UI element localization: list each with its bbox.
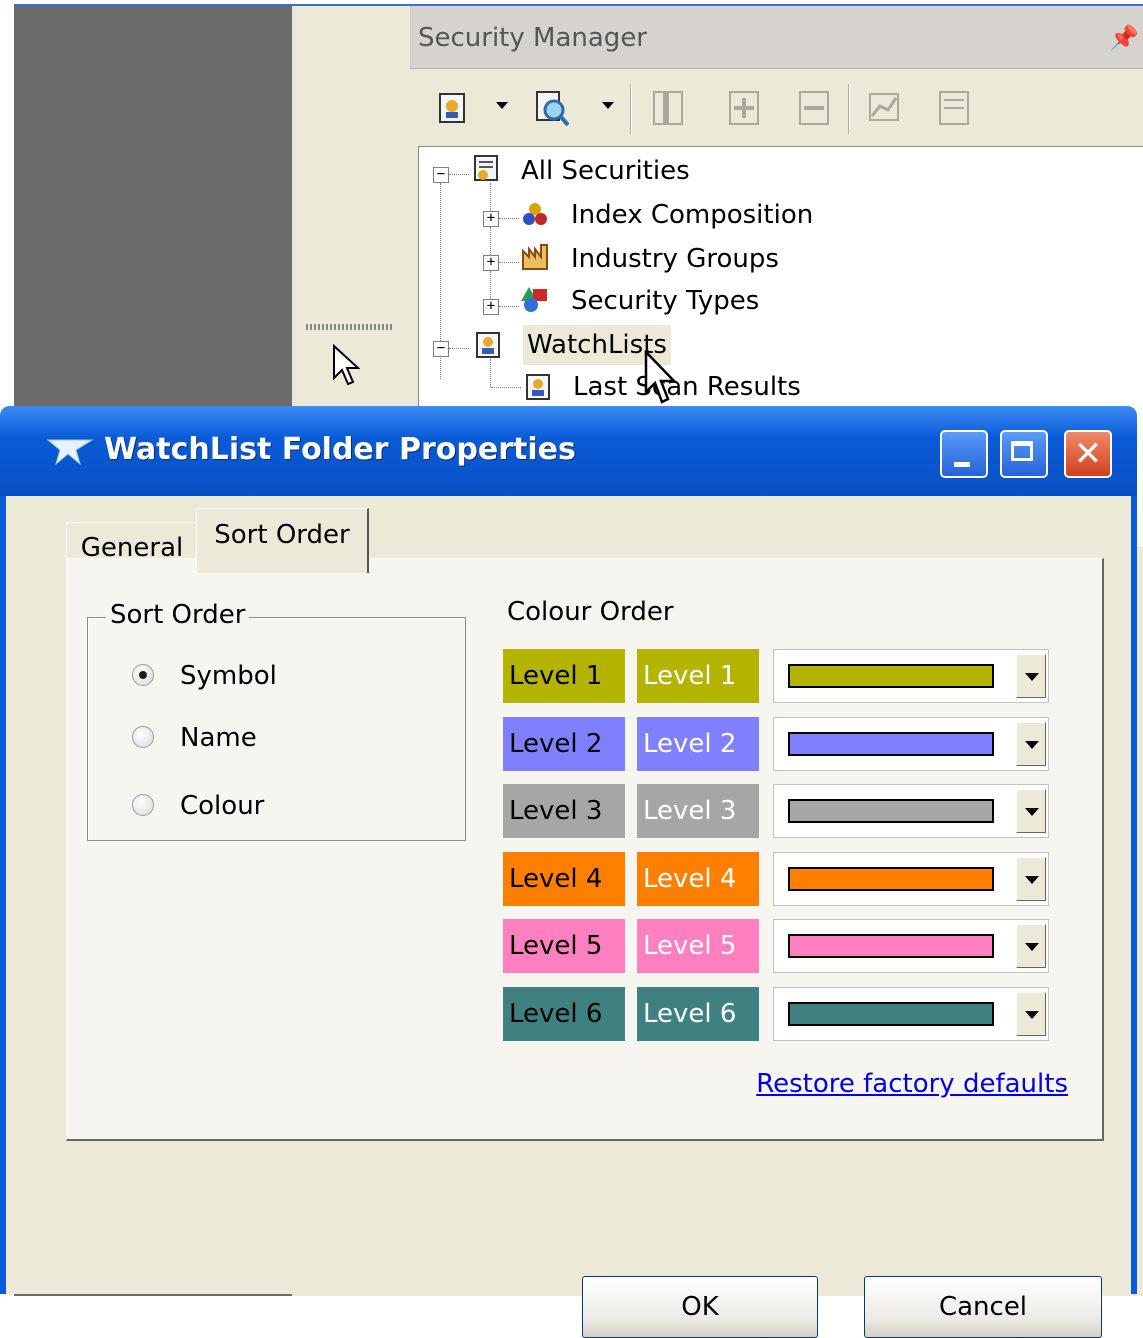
dialog-body: General Sort Order Sort Order Symbol Nam… bbox=[6, 496, 1131, 1338]
close-button[interactable]: ✕ bbox=[1064, 430, 1112, 478]
sort-order-legend: Sort Order bbox=[106, 600, 250, 630]
level-swatch-light-text: Level 4 bbox=[637, 851, 759, 906]
app-logo-icon bbox=[46, 439, 94, 466]
toolbar-separator bbox=[630, 84, 632, 134]
report-icon[interactable] bbox=[936, 88, 972, 128]
watchlist-folder-properties-dialog: WatchList Folder Properties ✕ General So… bbox=[0, 406, 1137, 1338]
level-swatch-dark-text: Level 3 bbox=[503, 784, 625, 838]
colour-swatch bbox=[788, 799, 994, 823]
pin-icon[interactable]: 📌 bbox=[1109, 6, 1139, 70]
level-swatch-light-text: Level 3 bbox=[637, 784, 759, 838]
mouse-pointer-icon bbox=[644, 350, 676, 404]
splitter-grip[interactable] bbox=[306, 324, 392, 330]
radio-name-label: Name bbox=[180, 723, 257, 753]
colour-swatch bbox=[788, 664, 994, 688]
level-swatch-dark-text: Level 2 bbox=[503, 716, 625, 771]
radio-colour[interactable] bbox=[132, 794, 154, 816]
security-dropdown-arrow[interactable] bbox=[496, 102, 508, 109]
level-colour-picker[interactable] bbox=[773, 716, 1049, 771]
close-icon: ✕ bbox=[1073, 434, 1103, 474]
remove-column-icon[interactable] bbox=[796, 88, 832, 128]
expand-security-types[interactable]: + bbox=[483, 299, 499, 315]
search-dropdown-arrow[interactable] bbox=[602, 102, 614, 109]
collapse-all-securities[interactable]: − bbox=[433, 167, 449, 183]
dropdown-arrow-icon[interactable] bbox=[1016, 654, 1046, 698]
radio-colour-label: Colour bbox=[180, 791, 265, 821]
colour-swatch bbox=[788, 934, 994, 958]
cancel-button[interactable]: Cancel bbox=[864, 1276, 1102, 1338]
level-swatch-light-text: Level 2 bbox=[637, 716, 759, 771]
level-colour-picker[interactable] bbox=[773, 851, 1049, 906]
level-colour-picker[interactable] bbox=[773, 919, 1049, 973]
level-swatch-dark-text: Level 4 bbox=[503, 851, 625, 906]
radio-name[interactable] bbox=[132, 726, 154, 748]
expand-industry-groups[interactable]: + bbox=[483, 255, 499, 271]
level-colour-picker[interactable] bbox=[773, 986, 1049, 1041]
index-composition-icon bbox=[523, 203, 547, 225]
dialog-titlebar[interactable]: WatchList Folder Properties ✕ bbox=[0, 406, 1137, 496]
dropdown-arrow-icon[interactable] bbox=[1016, 924, 1046, 968]
maximize-icon bbox=[1011, 441, 1033, 461]
add-column-icon[interactable] bbox=[726, 88, 762, 128]
watchlists-icon bbox=[476, 332, 500, 358]
industry-groups-icon bbox=[522, 244, 548, 270]
security-manager-title: Security Manager bbox=[418, 23, 647, 53]
security-types-icon bbox=[521, 287, 547, 312]
colour-order-heading: Colour Order bbox=[507, 597, 674, 627]
last-scan-results-icon bbox=[526, 374, 550, 400]
level-swatch-light-text: Level 6 bbox=[637, 986, 759, 1041]
collapse-watchlists[interactable]: − bbox=[433, 341, 449, 357]
level-swatch-dark-text: Level 6 bbox=[503, 986, 625, 1041]
minimize-icon bbox=[954, 462, 970, 467]
radio-symbol-label: Symbol bbox=[180, 661, 277, 691]
level-colour-picker[interactable] bbox=[773, 784, 1049, 838]
minimize-button[interactable] bbox=[940, 430, 988, 478]
arrow-cursor-icon bbox=[333, 344, 360, 386]
sort-order-groupbox: Sort Order Symbol Name Colour bbox=[87, 600, 466, 841]
radio-symbol[interactable] bbox=[132, 664, 154, 686]
security-manager-toolbar bbox=[410, 80, 1143, 140]
restore-factory-defaults-link[interactable]: Restore factory defaults bbox=[756, 1069, 1068, 1099]
level-swatch-dark-text: Level 5 bbox=[503, 919, 625, 973]
toolbar-separator bbox=[848, 84, 850, 134]
all-securities-icon bbox=[474, 155, 498, 181]
dropdown-arrow-icon[interactable] bbox=[1016, 789, 1046, 833]
security-icon[interactable] bbox=[436, 88, 472, 128]
expand-index-composition[interactable]: + bbox=[483, 211, 499, 227]
search-security-icon[interactable] bbox=[534, 88, 570, 128]
level-colour-picker[interactable] bbox=[773, 649, 1049, 703]
chart-icon[interactable] bbox=[866, 88, 902, 128]
colour-swatch bbox=[788, 866, 994, 891]
dialog-title: WatchList Folder Properties bbox=[104, 432, 576, 467]
colour-swatch bbox=[788, 1001, 994, 1026]
dropdown-arrow-icon[interactable] bbox=[1016, 856, 1046, 901]
level-swatch-dark-text: Level 1 bbox=[503, 649, 625, 703]
security-manager-titlebar: Security Manager 📌 bbox=[410, 6, 1143, 69]
dropdown-arrow-icon[interactable] bbox=[1016, 721, 1046, 766]
column-icon[interactable] bbox=[650, 88, 686, 128]
tab-sort-order[interactable]: Sort Order bbox=[196, 508, 369, 573]
level-swatch-light-text: Level 5 bbox=[637, 919, 759, 973]
sort-order-tab-page: Sort Order Symbol Name Colour Colour Ord… bbox=[66, 558, 1104, 1141]
level-swatch-light-text: Level 1 bbox=[637, 649, 759, 703]
ok-button[interactable]: OK bbox=[582, 1276, 818, 1338]
dropdown-arrow-icon[interactable] bbox=[1016, 991, 1046, 1036]
colour-swatch bbox=[788, 731, 994, 756]
maximize-button[interactable] bbox=[1000, 430, 1048, 478]
